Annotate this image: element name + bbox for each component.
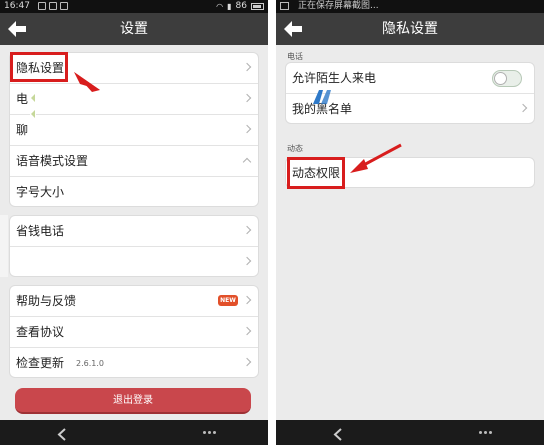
nav-menu-icon: [208, 431, 211, 434]
nav-menu-button[interactable]: [203, 431, 216, 434]
title-bar: 设置: [0, 13, 268, 45]
chevron-right-icon: [242, 326, 252, 336]
row-chat-settings[interactable]: 聊: [10, 115, 258, 146]
chevron-right-icon: [518, 103, 528, 113]
screenshot-icon: [280, 2, 289, 10]
title-bar: 隐私设置: [276, 13, 544, 45]
page-title: 设置: [120, 21, 148, 37]
battery-icon: [251, 3, 264, 10]
row-label: 电: [16, 92, 29, 106]
nav-menu-icon: [484, 431, 487, 434]
notification-icons: [38, 2, 68, 10]
watermark-icon: [31, 94, 35, 118]
row-label: 省钱电话: [16, 224, 65, 238]
highlight-moments-permission: [287, 157, 345, 189]
nav-back-icon: [57, 428, 66, 441]
row-label: 查看协议: [16, 325, 65, 339]
notification-icon: [60, 2, 68, 10]
status-bar: 16:47 ◠ ▮ 86: [0, 0, 268, 13]
watermark-overlay: [30, 84, 36, 132]
battery-level: 86: [235, 1, 247, 11]
page-title: 隐私设置: [382, 21, 438, 37]
row-phone-settings[interactable]: 电: [10, 84, 258, 115]
nav-menu-icon: [489, 431, 492, 434]
row-check-update[interactable]: 检查更新 2.6.1.0: [10, 348, 258, 377]
row-label: 帮助与反馈: [16, 294, 77, 308]
edge-artifact: [0, 215, 8, 277]
nav-menu-icon: [203, 431, 206, 434]
chevron-up-icon: [242, 157, 252, 167]
status-bar: 正在保存屏幕截图...: [276, 0, 544, 13]
left-phone-screen: 16:47 ◠ ▮ 86 设置 隐私设置 电 聊 语音模式设置 字号大小 省钱电…: [0, 0, 268, 445]
chevron-right-icon: [242, 295, 252, 305]
row-saving-calls[interactable]: 省钱电话: [10, 216, 258, 247]
system-nav-bar: [0, 420, 268, 445]
row-label: 字号大小: [16, 185, 65, 199]
notification-icon: [49, 2, 57, 10]
nav-back-icon: [333, 428, 342, 441]
right-phone-screen: 正在保存屏幕截图... 隐私设置 电话 允许陌生人来电 我的黑名单 动态 动态权…: [276, 0, 544, 445]
settings-group-calls: 省钱电话: [9, 215, 259, 277]
nav-back-button[interactable]: [56, 426, 68, 441]
section-label-phone: 电话: [287, 52, 303, 61]
row-label: 检查更新: [16, 356, 65, 370]
stranger-calls-toggle[interactable]: [492, 70, 522, 87]
status-right: ◠ ▮ 86: [216, 0, 264, 13]
row-label: 语音模式设置: [16, 154, 89, 168]
annotation-arrow-icon: [350, 143, 402, 173]
chevron-right-icon: [242, 357, 252, 367]
toggle-knob: [494, 72, 507, 85]
wifi-icon: ◠: [216, 2, 224, 11]
nav-menu-button[interactable]: [479, 431, 492, 434]
chevron-right-icon: [242, 256, 252, 266]
row-view-agreement[interactable]: 查看协议: [10, 317, 258, 348]
system-nav-bar: [276, 420, 544, 445]
settings-group-about: 帮助与反馈 NEW 查看协议 检查更新 2.6.1.0: [9, 285, 259, 378]
chevron-right-icon: [242, 124, 252, 134]
notification-icon: [38, 2, 46, 10]
chevron-right-icon: [242, 225, 252, 235]
row-voice-mode[interactable]: 语音模式设置: [10, 146, 258, 177]
highlight-privacy-settings: [10, 52, 68, 82]
status-notice: 正在保存屏幕截图...: [298, 1, 379, 11]
row-help-feedback[interactable]: 帮助与反馈 NEW: [10, 286, 258, 317]
version-number: 2.6.1.0: [76, 359, 104, 368]
section-label-moments: 动态: [287, 144, 303, 153]
chevron-right-icon: [242, 93, 252, 103]
watermark-icon: [313, 90, 331, 104]
new-badge: NEW: [218, 295, 238, 306]
annotation-arrow-icon: [74, 72, 100, 92]
row-font-size[interactable]: 字号大小: [10, 177, 258, 206]
chevron-right-icon: [242, 62, 252, 72]
signal-icon: ▮: [227, 2, 232, 11]
nav-back-button[interactable]: [332, 426, 344, 441]
row-unlabeled[interactable]: [10, 247, 258, 276]
nav-menu-icon: [479, 431, 482, 434]
logout-button[interactable]: 退出登录: [15, 388, 251, 414]
nav-menu-icon: [213, 431, 216, 434]
row-label: 聊: [16, 123, 29, 137]
status-time: 16:47: [4, 1, 30, 11]
